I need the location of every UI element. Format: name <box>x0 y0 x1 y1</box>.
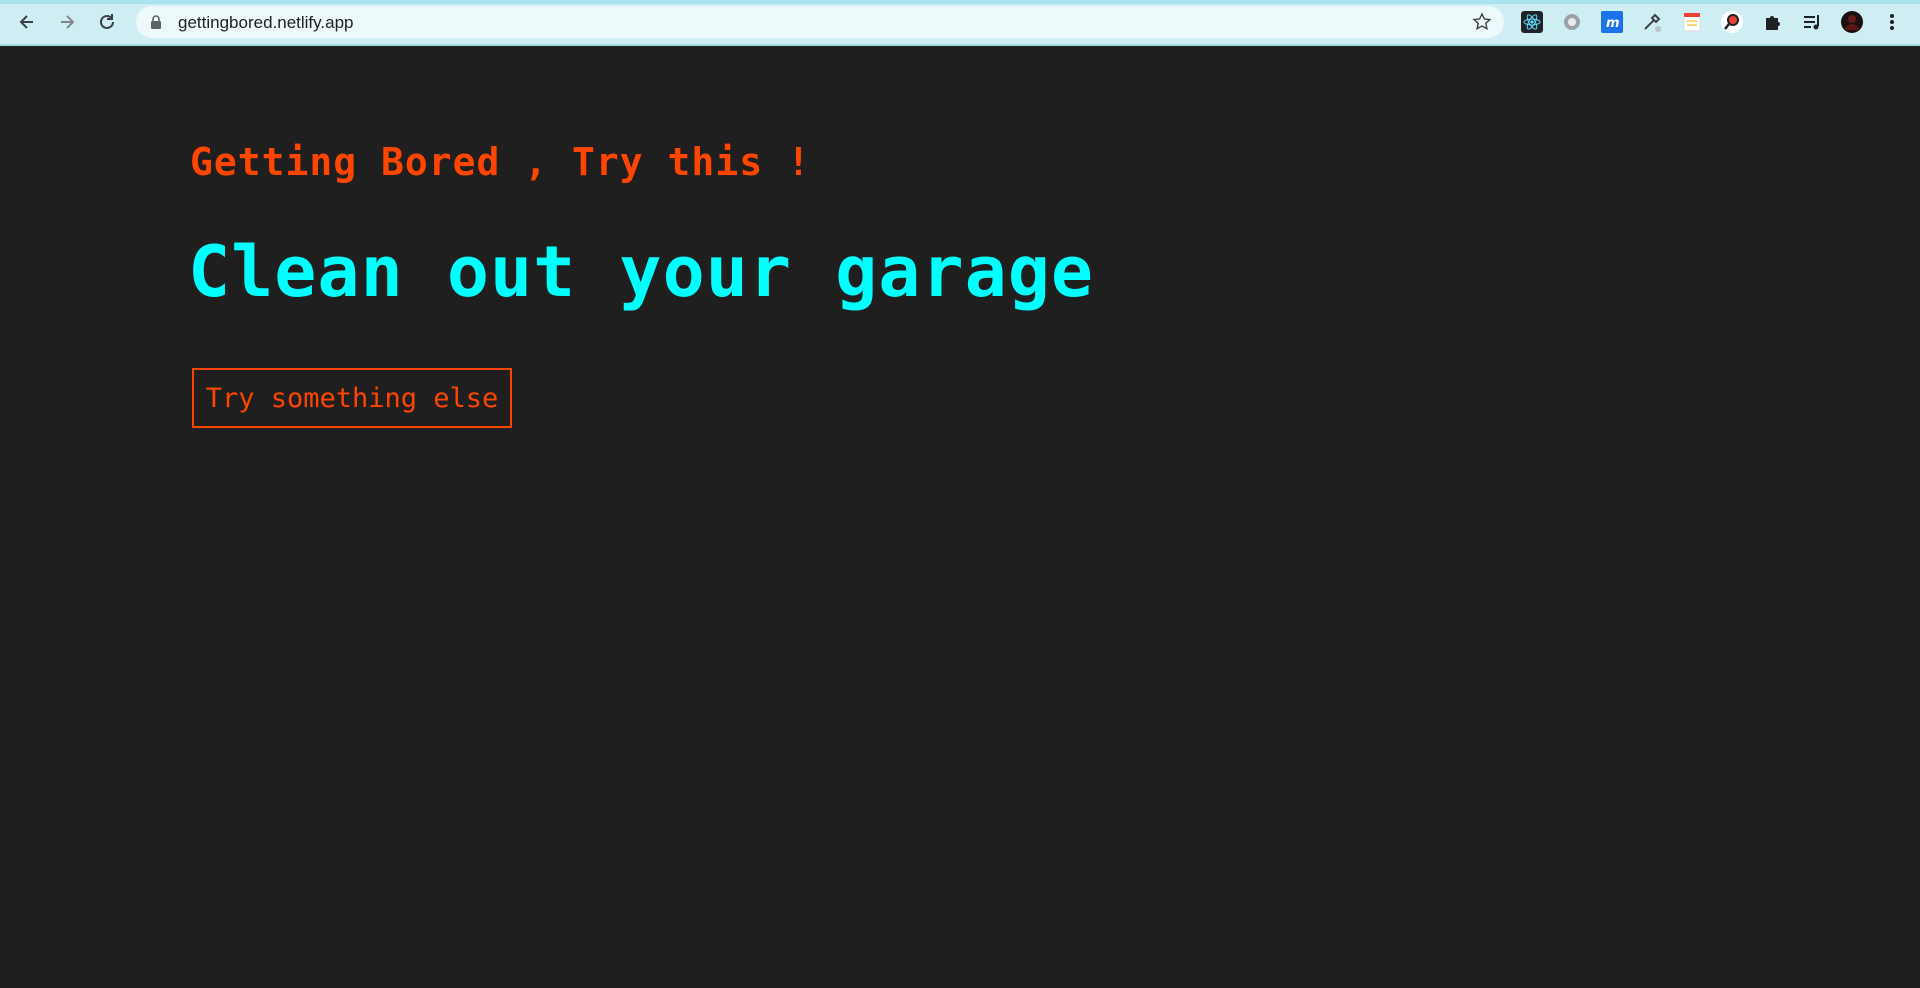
arrow-right-icon <box>61 15 75 29</box>
settings-gear-icon[interactable] <box>1560 10 1584 34</box>
svg-text:m: m <box>1606 16 1620 31</box>
profile-avatar[interactable] <box>1840 10 1864 34</box>
reading-list-icon[interactable] <box>1800 10 1824 34</box>
address-bar[interactable]: gettingbored.netlify.app <box>136 6 1504 38</box>
url-text: gettingbored.netlify.app <box>178 13 354 32</box>
browser-toolbar: gettingbored.netlify.app m <box>0 0 1920 46</box>
back-button[interactable] <box>13 8 41 36</box>
search-magnifier-icon[interactable] <box>1720 10 1744 34</box>
forward-button[interactable] <box>53 8 81 36</box>
bookmark-star-icon[interactable] <box>1472 12 1492 32</box>
page-content: Getting Bored , Try this ! Clean out you… <box>0 48 1920 988</box>
reload-icon <box>100 14 114 29</box>
moqups-icon[interactable]: m <box>1600 10 1624 34</box>
puzzle-extensions-icon[interactable] <box>1760 10 1784 34</box>
react-devtools-icon[interactable] <box>1520 10 1544 34</box>
page-subtitle: Getting Bored , Try this ! <box>190 140 811 184</box>
notes-icon[interactable] <box>1680 10 1704 34</box>
lock-icon <box>151 15 161 29</box>
try-something-else-button[interactable]: Try something else <box>192 368 512 428</box>
reload-button[interactable] <box>93 8 121 36</box>
arrow-left-icon <box>19 15 33 29</box>
kebab-menu-icon[interactable] <box>1880 10 1904 34</box>
activity-suggestion: Clean out your garage <box>188 231 1095 313</box>
eyedropper-icon[interactable] <box>1640 10 1664 34</box>
